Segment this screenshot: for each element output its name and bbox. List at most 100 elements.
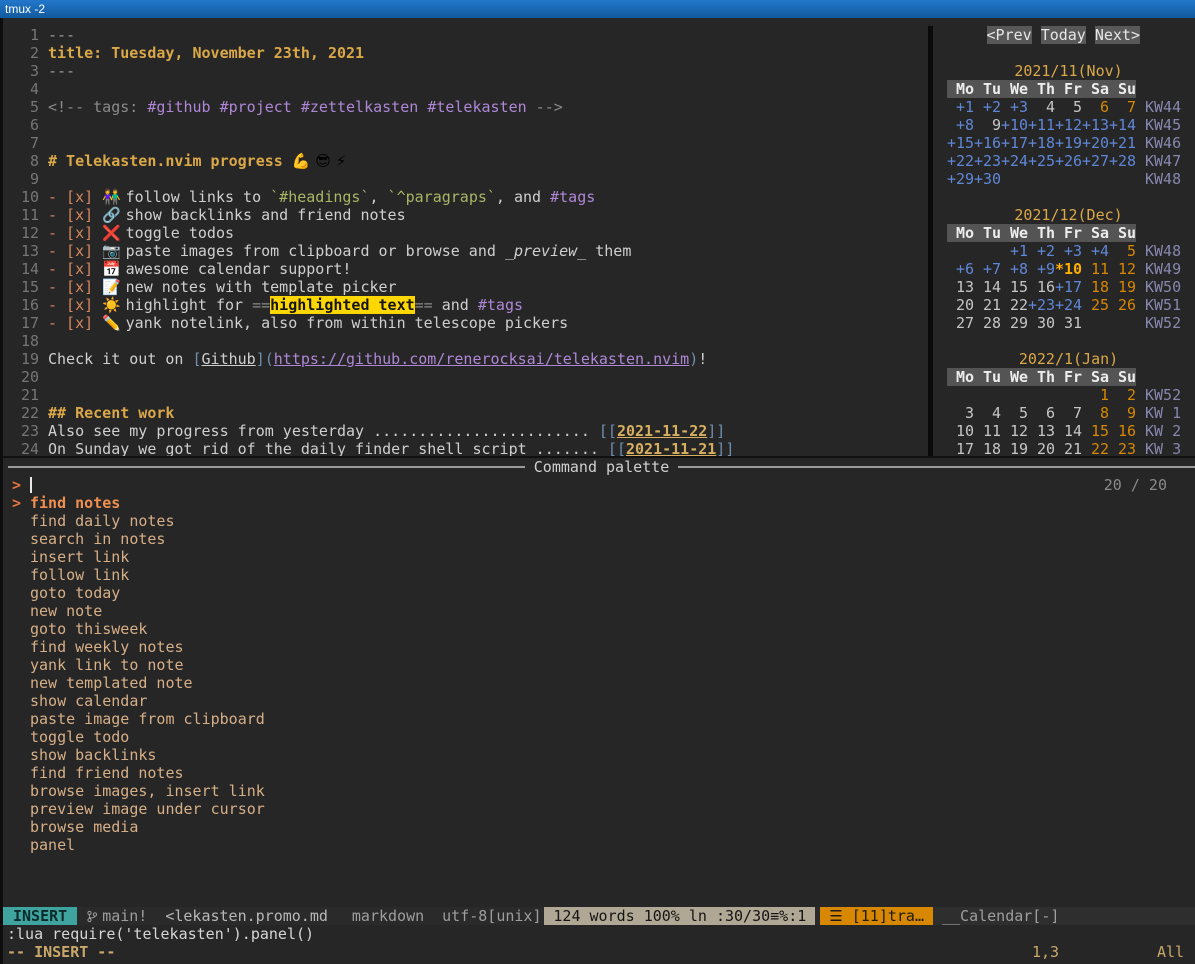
calendar-day[interactable]: +20 — [1082, 134, 1109, 152]
calendar-next-button[interactable]: Next> — [1095, 26, 1140, 44]
palette-item[interactable]: new note — [8, 602, 1195, 620]
calendar-day[interactable]: 31 — [1055, 314, 1082, 332]
editor-line[interactable]: 4 — [8, 80, 928, 98]
calendar-day[interactable]: +19 — [1055, 134, 1082, 152]
editor-line[interactable]: 15- [x] 📝 new notes with template picker — [8, 278, 928, 296]
calendar-day[interactable]: +18 — [1028, 134, 1055, 152]
editor-line[interactable]: 20 — [8, 368, 928, 386]
calendar-day[interactable]: 27 — [947, 314, 974, 332]
editor-line[interactable]: 1--- — [8, 26, 928, 44]
palette-prompt[interactable]: > 20 / 20 — [8, 476, 1195, 494]
calendar-day[interactable]: 18 — [1082, 278, 1109, 296]
calendar-day[interactable]: 21 — [1055, 440, 1082, 456]
calendar-day[interactable]: 6 — [1028, 404, 1055, 422]
calendar-day[interactable]: 11 — [974, 422, 1001, 440]
editor-line[interactable]: 24On Sunday we got rid of the daily find… — [8, 440, 928, 456]
calendar-day[interactable]: 22 — [1082, 440, 1109, 456]
tag[interactable]: #telekasten — [427, 98, 526, 116]
palette-item[interactable]: find daily notes — [8, 512, 1195, 530]
editor-line[interactable]: 11- [x] 🔗 show backlinks and friend note… — [8, 206, 928, 224]
calendar-day[interactable]: 9 — [1109, 404, 1136, 422]
calendar-day[interactable]: +8 — [947, 116, 974, 134]
calendar-day[interactable]: 2 — [1109, 386, 1136, 404]
calendar-prev-button[interactable]: <Prev — [987, 26, 1032, 44]
calendar-day[interactable]: 22 — [1001, 296, 1028, 314]
calendar-day[interactable]: +24 — [1055, 296, 1082, 314]
command-line[interactable]: :lua require('telekasten').panel() — [3, 925, 1195, 943]
calendar-day[interactable]: +4 — [1082, 242, 1109, 260]
link[interactable]: Github — [202, 350, 256, 368]
calendar-day[interactable]: 15 — [1001, 278, 1028, 296]
palette-item[interactable]: panel — [8, 836, 1195, 854]
calendar-day[interactable]: +28 — [1109, 152, 1136, 170]
editor-line[interactable]: 2title: Tuesday, November 23th, 2021 — [8, 44, 928, 62]
calendar-day[interactable]: +21 — [1109, 134, 1136, 152]
calendar-day[interactable]: 15 — [1082, 422, 1109, 440]
palette-item[interactable]: paste image from clipboard — [8, 710, 1195, 728]
editor-line[interactable]: 6 — [8, 116, 928, 134]
link-url[interactable]: https://github.com/renerocksai/telekaste… — [274, 350, 689, 368]
calendar-day[interactable]: +26 — [1055, 152, 1082, 170]
palette-item[interactable]: browse images, insert link — [8, 782, 1195, 800]
calendar-day[interactable]: +29 — [947, 170, 974, 188]
palette-item[interactable]: goto thisweek — [8, 620, 1195, 638]
calendar-day[interactable]: 18 — [974, 440, 1001, 456]
calendar-day[interactable]: 29 — [1001, 314, 1028, 332]
calendar-day[interactable]: +1 — [947, 98, 974, 116]
calendar-day[interactable]: +8 — [1001, 260, 1028, 278]
calendar-day[interactable]: 7 — [1055, 404, 1082, 422]
wiki-link[interactable]: 2021-11-21 — [626, 440, 716, 456]
tag[interactable]: #project — [220, 98, 292, 116]
calendar-day[interactable]: 14 — [974, 278, 1001, 296]
editor-line[interactable]: 18 — [8, 332, 928, 350]
calendar-day[interactable]: +27 — [1082, 152, 1109, 170]
calendar-day[interactable]: 1 — [1082, 386, 1109, 404]
calendar-day[interactable]: +1 — [1001, 242, 1028, 260]
editor-line[interactable]: 10- [x] 👫 follow links to `#headings`, `… — [8, 188, 928, 206]
calendar-day[interactable]: 26 — [1109, 296, 1136, 314]
palette-item[interactable]: new templated note — [8, 674, 1195, 692]
editor-line[interactable]: 14- [x] 📅 awesome calendar support! — [8, 260, 928, 278]
calendar-day[interactable]: +14 — [1109, 116, 1136, 134]
editor-line[interactable]: 16- [x] ☀️ highlight for ==highlighted t… — [8, 296, 928, 314]
palette-item[interactable]: search in notes — [8, 530, 1195, 548]
editor-line[interactable]: 5<!-- tags: #github #project #zettelkast… — [8, 98, 928, 116]
calendar-day[interactable]: +3 — [1001, 98, 1028, 116]
editor-line[interactable]: 13- [x] 📷 paste images from clipboard or… — [8, 242, 928, 260]
calendar-day[interactable]: 14 — [1055, 422, 1082, 440]
calendar-day[interactable]: +15 — [947, 134, 974, 152]
calendar-day[interactable]: +9 — [1028, 260, 1055, 278]
calendar-day[interactable]: +12 — [1055, 116, 1082, 134]
calendar-day[interactable]: 3 — [947, 404, 974, 422]
calendar-day[interactable]: 10 — [947, 422, 974, 440]
calendar-day[interactable]: 21 — [974, 296, 1001, 314]
calendar-day[interactable]: +30 — [974, 170, 1001, 188]
calendar-day[interactable]: 6 — [1082, 98, 1109, 116]
calendar-day[interactable]: 28 — [974, 314, 1001, 332]
calendar-day[interactable]: *10 — [1055, 260, 1082, 278]
editor-pane[interactable]: 1---2title: Tuesday, November 23th, 2021… — [3, 26, 933, 456]
calendar-day[interactable]: +3 — [1055, 242, 1082, 260]
palette-item[interactable]: yank link to note — [8, 656, 1195, 674]
editor-line[interactable]: 8# Telekasten.nvim progress 💪 😎 ⚡ — [8, 152, 928, 170]
editor-line[interactable]: 22## Recent work — [8, 404, 928, 422]
calendar-day[interactable]: 16 — [1028, 278, 1055, 296]
palette-item[interactable]: find friend notes — [8, 764, 1195, 782]
calendar-day[interactable]: +2 — [1028, 242, 1055, 260]
calendar-day[interactable]: 7 — [1109, 98, 1136, 116]
calendar-day[interactable]: 25 — [1082, 296, 1109, 314]
calendar-day[interactable]: 30 — [1028, 314, 1055, 332]
palette-item[interactable]: show backlinks — [8, 746, 1195, 764]
tag[interactable]: #tags — [550, 188, 595, 206]
calendar-day[interactable]: +2 — [974, 98, 1001, 116]
calendar-day[interactable]: 5 — [1055, 98, 1082, 116]
calendar-today-button[interactable]: Today — [1041, 26, 1086, 44]
palette-item[interactable]: toggle todo — [8, 728, 1195, 746]
calendar-day[interactable]: 16 — [1109, 422, 1136, 440]
calendar-day[interactable]: +7 — [974, 260, 1001, 278]
tag[interactable]: #zettelkasten — [301, 98, 418, 116]
calendar-day[interactable]: 17 — [947, 440, 974, 456]
palette-item[interactable]: insert link — [8, 548, 1195, 566]
palette-item[interactable]: preview image under cursor — [8, 800, 1195, 818]
editor-line[interactable]: 17- [x] ✏️ yank notelink, also from with… — [8, 314, 928, 332]
